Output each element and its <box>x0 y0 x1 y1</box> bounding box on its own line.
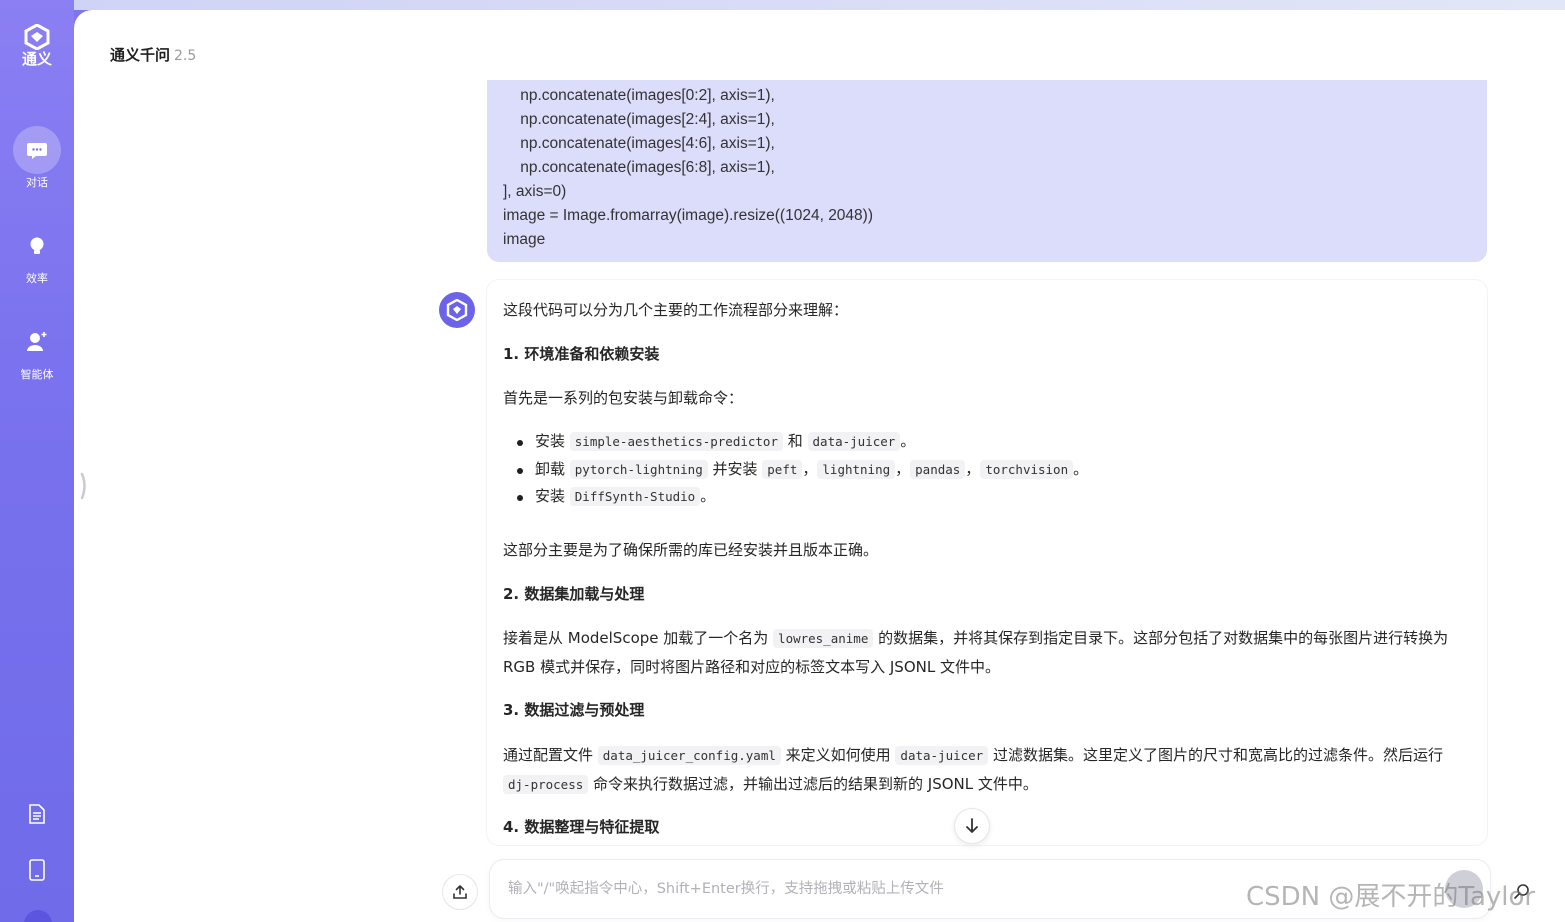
main-panel: 通义千问 2.5 np.concatenate(images[0:2], axis… <box>74 10 1565 922</box>
upload-button[interactable] <box>442 874 478 910</box>
lightbulb-icon <box>30 237 44 254</box>
app-title: 通义千问 <box>110 46 171 64</box>
sidebar-item-agent[interactable]: 智能体 <box>0 318 74 382</box>
inline-code: pytorch-lightning <box>569 459 708 479</box>
send-button[interactable] <box>1445 870 1483 908</box>
model-version: 2.5 <box>174 48 197 64</box>
code-line: np.concatenate(images[6:8], axis=1), <box>503 159 775 176</box>
chat-input-box[interactable] <box>490 860 1490 918</box>
section-body: 通过配置文件 data_juicer_config.yaml 来定义如何使用 d… <box>503 741 1467 799</box>
body-text: 接着是从 ModelScope 加载了一个名为 <box>503 629 774 647</box>
code-line: np.concatenate(images[4:6], axis=1), <box>503 135 775 152</box>
search-icon[interactable] <box>1512 882 1532 902</box>
sidebar: 通义 对话 效率 智能体 <box>0 0 74 922</box>
arrow-down-icon <box>966 818 978 833</box>
inline-code: peft <box>762 459 803 479</box>
collapse-handle-icon[interactable] <box>80 472 88 500</box>
list-item: 安装 DiffSynth-Studio。 <box>503 483 1088 511</box>
bullet-text: 。 <box>700 487 716 505</box>
bullet-text: 安装 <box>535 487 570 505</box>
tablet-button[interactable] <box>25 858 49 882</box>
code-line: image = Image.fromarray(image).resize((1… <box>503 207 873 224</box>
inline-code: DiffSynth-Studio <box>569 487 701 506</box>
section-lead: 首先是一系列的包安装与卸载命令： <box>503 389 744 407</box>
section-summary: 这部分主要是为了确保所需的库已经安装并且版本正确。 <box>503 541 879 559</box>
inline-code: simple-aesthetics-predictor <box>569 432 783 451</box>
tongyi-logo-icon <box>24 24 50 50</box>
body-text: 命令来执行数据过滤，并输出过滤后的结果到新的 JSONL 文件中。 <box>588 775 1038 793</box>
bullet-text: 。 <box>1073 459 1089 478</box>
inline-code: dj-process <box>503 775 589 794</box>
inline-code: torchvision <box>980 459 1074 479</box>
chat-bubble-icon <box>27 143 47 159</box>
page-title: 通义千问 2.5 <box>110 44 196 65</box>
sidebar-item-label: 智能体 <box>20 368 54 381</box>
sidebar-item-chat[interactable]: 对话 <box>0 126 74 190</box>
list-item: 卸载 pytorch-lightning 并安装 peft， lightning，… <box>503 456 1088 484</box>
inline-code: lightning <box>817 459 896 479</box>
upload-icon <box>453 885 467 899</box>
bullet-text: 和 <box>782 432 808 450</box>
document-icon <box>29 804 45 824</box>
code-line: ], axis=0) <box>503 183 567 200</box>
user-avatar[interactable] <box>24 910 52 922</box>
body-text: 来定义如何使用 <box>780 746 896 764</box>
inline-code: data-juicer <box>807 432 901 451</box>
top-strip <box>74 0 1565 10</box>
bullet-text: 。 <box>900 432 916 450</box>
sidebar-item-efficiency[interactable]: 效率 <box>0 222 74 286</box>
list-item: 安装 simple-aesthetics-predictor 和 data-ju… <box>503 428 1088 456</box>
brand-name: 通义 <box>21 50 52 68</box>
assistant-avatar <box>439 292 475 328</box>
tablet-icon <box>29 859 45 881</box>
code-line: image <box>503 231 546 248</box>
body-text: 过滤数据集。这里定义了图片的尺寸和宽高比的过滤条件。然后运行 <box>988 746 1443 764</box>
bullet-text: 安装 <box>535 432 570 450</box>
code-line: np.concatenate(images[0:2], axis=1), <box>503 87 775 104</box>
code-line: np.concatenate(images[2:4], axis=1), <box>503 111 775 128</box>
section-heading: 3. 数据过滤与预处理 <box>503 701 645 719</box>
section-heading: 1. 环境准备和依赖安装 <box>503 345 660 363</box>
inline-code: data-juicer <box>895 746 989 765</box>
assistant-message: 这段代码可以分为几个主要的工作流程部分来理解： 1. 环境准备和依赖安装 首先是… <box>487 280 1487 845</box>
user-message-bubble: np.concatenate(images[0:2], axis=1), np.… <box>487 80 1487 262</box>
chat-input[interactable] <box>508 876 1428 902</box>
section-body: 接着是从 ModelScope 加载了一个名为 lowres_anime 的数据… <box>503 624 1467 681</box>
body-text: 通过配置文件 <box>503 746 598 764</box>
bullet-text: 并安装 <box>707 459 763 478</box>
inline-code: data_juicer_config.yaml <box>597 746 781 765</box>
sidebar-item-label: 效率 <box>26 272 48 285</box>
brand-logo[interactable]: 通义 <box>0 24 74 68</box>
response-intro: 这段代码可以分为几个主要的工作流程部分来理解： <box>503 301 849 319</box>
sidebar-item-label: 对话 <box>26 176 48 189</box>
scroll-to-bottom-button[interactable] <box>954 808 990 844</box>
agent-icon <box>27 332 47 351</box>
inline-code: pandas <box>910 459 966 479</box>
section-heading: 2. 数据集加载与处理 <box>503 585 645 603</box>
document-button[interactable] <box>25 802 49 826</box>
tongyi-logo-icon <box>446 299 468 321</box>
inline-code: lowres_anime <box>773 629 874 648</box>
bullet-text: 卸载 <box>535 459 570 478</box>
bullet-list: 安装 simple-aesthetics-predictor 和 data-ju… <box>503 428 1088 511</box>
